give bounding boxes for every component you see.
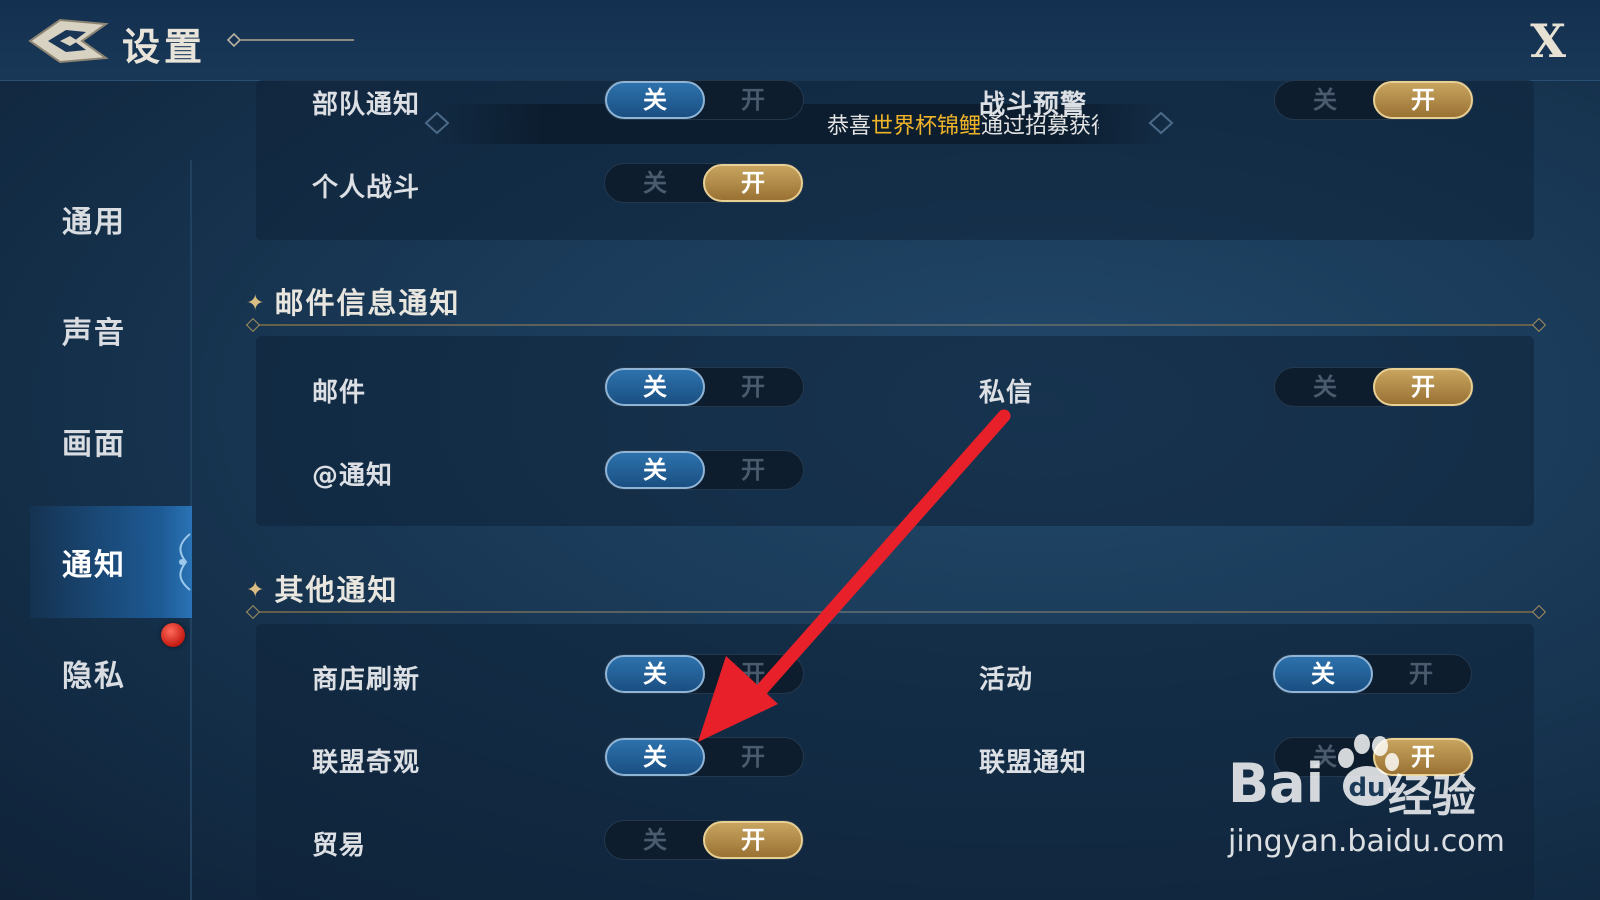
watermark-url: jingyan.baidu.com bbox=[1228, 824, 1505, 859]
svg-text:du: du bbox=[1348, 773, 1385, 803]
watermark-brand-cn: 经验 bbox=[1388, 771, 1476, 822]
baidu-watermark: Bai du 经验 jingyan.baidu.com bbox=[1228, 732, 1518, 862]
watermark-brand: Bai bbox=[1228, 752, 1325, 815]
